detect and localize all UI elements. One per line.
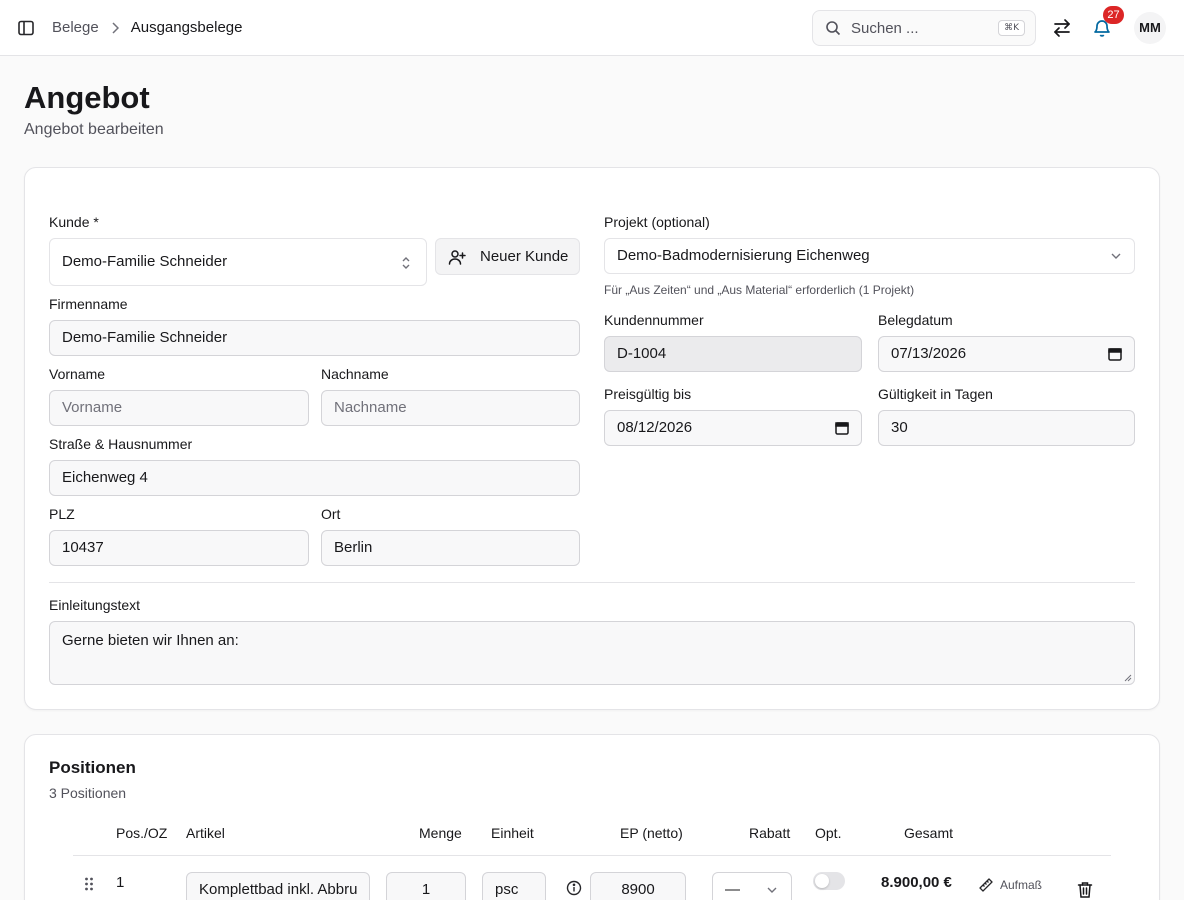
nachname-field[interactable]: Nachname [321,390,580,426]
rabatt-select[interactable]: — [712,872,792,900]
optional-toggle[interactable] [813,872,845,890]
page-title: Angebot [24,80,150,115]
row-total: 8.900,00 € [881,874,952,891]
nachname-label: Nachname [321,366,389,382]
ruler-icon [979,878,993,892]
kundennummer-field: D-1004 [604,336,862,372]
kunde-select[interactable]: Demo-Familie Schneider [49,238,427,286]
gueltigkeit-label: Gültigkeit in Tagen [878,386,993,402]
einheit-input[interactable]: psc [482,872,546,900]
search-icon [826,21,841,36]
ort-field[interactable]: Berlin [321,530,580,566]
plz-label: PLZ [49,506,75,522]
header-gesamt: Gesamt [904,825,954,841]
chevron-down-icon [1111,253,1121,259]
trash-icon[interactable] [1077,881,1093,898]
belegdatum-value: 07/13/2026 [891,345,967,362]
header-einheit: Einheit [491,825,534,841]
info-icon[interactable] [566,880,582,896]
header-menge: Menge [419,825,462,841]
header-opt: Opt. [815,825,842,841]
page-subtitle: Angebot bearbeiten [24,121,164,138]
chevron-down-icon [767,887,777,893]
breadcrumb-belege[interactable]: Belege [52,19,99,36]
breadcrumb-ausgangsbelege: Ausgangsbelege [130,19,243,36]
positions-title: Positionen [49,758,136,777]
firmenname-label: Firmenname [49,296,128,312]
plz-field[interactable]: 10437 [49,530,309,566]
belegdatum-label: Belegdatum [878,312,953,328]
kunde-label: Kunde * [49,214,99,230]
top-bar: Belege Ausgangsbelege Suchen ... ⌘K 27 M… [0,0,1184,56]
breadcrumb: Belege Ausgangsbelege [52,19,242,36]
search-input[interactable]: Suchen ... ⌘K [812,10,1036,46]
header-rabatt: Rabatt [749,825,791,841]
aufmass-label: Aufmaß [1000,878,1043,892]
vorname-label: Vorname [49,366,106,382]
search-placeholder: Suchen ... [851,19,919,37]
preisgueltig-value: 08/12/2026 [617,419,693,436]
notification-badge: 27 [1103,6,1124,24]
strasse-label: Straße & Hausnummer [49,436,193,452]
projekt-label: Projekt (optional) [604,214,710,230]
chevron-right-icon [112,21,119,34]
kundennummer-label: Kundennummer [604,312,704,328]
table-header-line [73,855,1111,856]
preisgueltig-field[interactable]: 08/12/2026 [604,410,862,446]
calendar-icon[interactable] [1108,347,1122,361]
new-customer-button[interactable]: Neuer Kunde [435,238,580,275]
artikel-input[interactable]: Komplettbad inkl. Abbru [186,872,370,900]
avatar[interactable]: MM [1134,12,1166,44]
drag-handle-icon[interactable] [84,876,94,892]
kunde-select-value: Demo-Familie Schneider [62,253,228,270]
menge-input[interactable]: 1 [386,872,466,900]
rabatt-value: — [725,881,740,898]
positions-count: 3 Positionen [49,785,127,801]
ort-label: Ort [321,506,341,522]
firmenname-field[interactable]: Demo-Familie Schneider [49,320,580,356]
projekt-select[interactable]: Demo-Badmodernisierung Eichenweg [604,238,1135,274]
aufmass-button[interactable]: Aufmaß [978,877,1042,893]
header-artikel: Artikel [186,825,225,841]
projekt-select-value: Demo-Badmodernisierung Eichenweg [617,247,870,264]
preisgueltig-label: Preisgültig bis [604,386,692,402]
chevron-up-down-icon [402,257,410,269]
divider [49,582,1135,583]
swap-arrows-icon[interactable] [1052,18,1072,38]
new-customer-label: Neuer Kunde [480,248,569,265]
row-pos: 1 [116,874,125,891]
einleitung-label: Einleitungstext [49,597,141,613]
gueltigkeit-field[interactable]: 30 [878,410,1135,446]
einleitung-value: Gerne bieten wir Ihnen an: [62,632,239,649]
search-shortcut: ⌘K [998,20,1025,36]
sidebar-toggle-icon[interactable] [17,19,35,37]
belegdatum-field[interactable]: 07/13/2026 [878,336,1135,372]
vorname-field[interactable]: Vorname [49,390,309,426]
header-ep: EP (netto) [620,825,683,841]
ep-input[interactable]: 8900 [590,872,686,900]
resize-handle-icon[interactable] [1124,674,1132,682]
user-plus-icon [448,249,466,265]
toggle-knob [815,874,829,888]
projekt-help-text: Für „Aus Zeiten“ und „Aus Material“ erfo… [604,283,915,297]
einleitung-textarea[interactable]: Gerne bieten wir Ihnen an: [49,621,1135,685]
header-pos: Pos./OZ [116,825,168,841]
calendar-icon[interactable] [835,421,849,435]
strasse-field[interactable]: Eichenweg 4 [49,460,580,496]
